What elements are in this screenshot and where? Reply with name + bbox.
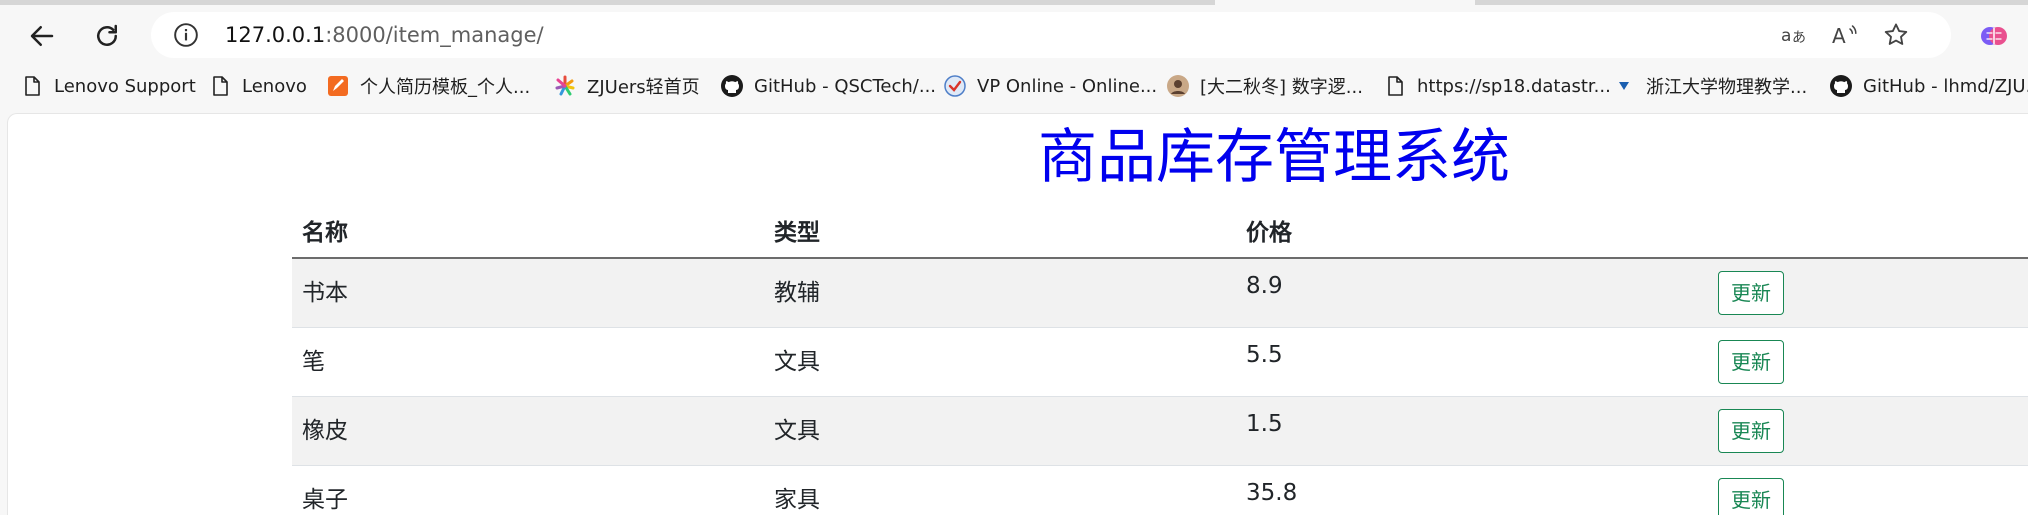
avatar-icon bbox=[1166, 74, 1190, 98]
item-type: 文具 bbox=[764, 327, 1236, 396]
bookmark-label: Lenovo Support bbox=[54, 76, 196, 97]
vp-online-icon bbox=[943, 74, 967, 98]
item-type: 文具 bbox=[764, 396, 1236, 465]
url-path: :8000/item_manage/ bbox=[325, 23, 543, 47]
table-header-row: 名称 类型 价格 bbox=[292, 202, 2028, 258]
bookmark-digital-logic[interactable]: [大二秋冬] 数字逻... bbox=[1166, 71, 1363, 101]
page-content: 商品库存管理系统 名称 类型 价格 书本 教辅 8.9 更新 笔 文具 5.5 … bbox=[7, 113, 2028, 515]
translate-icon[interactable]: aあ bbox=[1779, 20, 1809, 50]
triangle-icon bbox=[1612, 74, 1636, 98]
back-button[interactable] bbox=[20, 14, 64, 58]
item-name: 桌子 bbox=[292, 465, 764, 515]
action-cell: 更新 bbox=[1708, 396, 2028, 465]
update-button[interactable]: 更新 bbox=[1718, 478, 1784, 515]
github-icon bbox=[1829, 74, 1853, 98]
item-name: 笔 bbox=[292, 327, 764, 396]
page-title: 商品库存管理系统 bbox=[1038, 117, 1510, 197]
site-info-icon[interactable] bbox=[173, 22, 199, 48]
bookmark-label: [大二秋冬] 数字逻... bbox=[1200, 73, 1363, 99]
bookmark-lenovo-support[interactable]: Lenovo Support bbox=[20, 71, 196, 101]
bookmark-github-lhmd[interactable]: GitHub - lhmd/ZJU... bbox=[1829, 71, 2028, 101]
bookmark-datastructures[interactable]: https://sp18.datastr... bbox=[1383, 71, 1611, 101]
bookmark-vp-online[interactable]: VP Online - Online... bbox=[943, 71, 1157, 101]
page-icon bbox=[20, 74, 44, 98]
update-button[interactable]: 更新 bbox=[1718, 271, 1784, 315]
item-name: 橡皮 bbox=[292, 396, 764, 465]
table-row: 笔 文具 5.5 更新 bbox=[292, 327, 2028, 396]
table-row: 橡皮 文具 1.5 更新 bbox=[292, 396, 2028, 465]
update-button[interactable]: 更新 bbox=[1718, 340, 1784, 384]
bookmarks-bar: Lenovo Support Lenovo 个人简历模板_个人... ZJUer… bbox=[0, 65, 2028, 107]
bookmark-zju-physics[interactable]: 浙江大学物理教学... bbox=[1612, 71, 1807, 101]
page-icon bbox=[208, 74, 232, 98]
read-aloud-icon[interactable]: A bbox=[1830, 20, 1860, 50]
github-icon bbox=[720, 74, 744, 98]
column-header-type: 类型 bbox=[764, 202, 1236, 258]
column-header-price: 价格 bbox=[1236, 202, 1708, 258]
item-price: 5.5 bbox=[1236, 327, 1708, 396]
column-header-action bbox=[1708, 202, 2028, 258]
item-price: 35.8 bbox=[1236, 465, 1708, 515]
table-row: 桌子 家具 35.8 更新 bbox=[292, 465, 2028, 515]
action-cell: 更新 bbox=[1708, 465, 2028, 515]
action-cell: 更新 bbox=[1708, 327, 2028, 396]
url-host: 127.0.0.1 bbox=[225, 23, 325, 47]
bookmark-label: GitHub - QSCTech/... bbox=[754, 76, 936, 97]
resume-site-icon bbox=[326, 74, 350, 98]
action-cell: 更新 bbox=[1708, 258, 2028, 327]
item-type: 家具 bbox=[764, 465, 1236, 515]
flower-icon bbox=[553, 74, 577, 98]
item-name: 书本 bbox=[292, 258, 764, 327]
refresh-icon bbox=[92, 21, 122, 51]
svg-text:a: a bbox=[1781, 26, 1791, 46]
page-icon bbox=[1383, 74, 1407, 98]
bookmark-label: ZJUers轻首页 bbox=[587, 73, 700, 99]
copilot-brain-icon[interactable] bbox=[1978, 20, 2010, 52]
bookmark-zjuers[interactable]: ZJUers轻首页 bbox=[553, 71, 700, 101]
item-price: 8.9 bbox=[1236, 258, 1708, 327]
bookmark-lenovo[interactable]: Lenovo bbox=[208, 71, 307, 101]
bookmark-label: https://sp18.datastr... bbox=[1417, 76, 1611, 97]
bookmark-resume-template[interactable]: 个人简历模板_个人... bbox=[326, 71, 530, 101]
bookmark-label: VP Online - Online... bbox=[977, 76, 1157, 97]
favorite-star-icon[interactable] bbox=[1881, 20, 1911, 50]
svg-text:A: A bbox=[1832, 24, 1846, 48]
refresh-button[interactable] bbox=[85, 14, 129, 58]
table-row: 书本 教辅 8.9 更新 bbox=[292, 258, 2028, 327]
inventory-table: 名称 类型 价格 书本 教辅 8.9 更新 笔 文具 5.5 更新 橡皮 文具 bbox=[292, 202, 2028, 515]
bookmark-label: Lenovo bbox=[242, 76, 307, 97]
bookmark-github-qsctech[interactable]: GitHub - QSCTech/... bbox=[720, 71, 936, 101]
column-header-name: 名称 bbox=[292, 202, 764, 258]
back-arrow-icon bbox=[27, 21, 57, 51]
address-bar[interactable]: 127.0.0.1:8000/item_manage/ aあ A bbox=[151, 12, 1951, 58]
url-text[interactable]: 127.0.0.1:8000/item_manage/ bbox=[225, 21, 544, 49]
bookmark-label: 个人简历模板_个人... bbox=[360, 73, 530, 99]
svg-text:あ: あ bbox=[1792, 30, 1806, 46]
item-type: 教辅 bbox=[764, 258, 1236, 327]
browser-toolbar: 127.0.0.1:8000/item_manage/ aあ A bbox=[0, 5, 2028, 65]
update-button[interactable]: 更新 bbox=[1718, 409, 1784, 453]
bookmark-label: 浙江大学物理教学... bbox=[1646, 73, 1807, 99]
item-price: 1.5 bbox=[1236, 396, 1708, 465]
bookmark-label: GitHub - lhmd/ZJU... bbox=[1863, 76, 2028, 97]
